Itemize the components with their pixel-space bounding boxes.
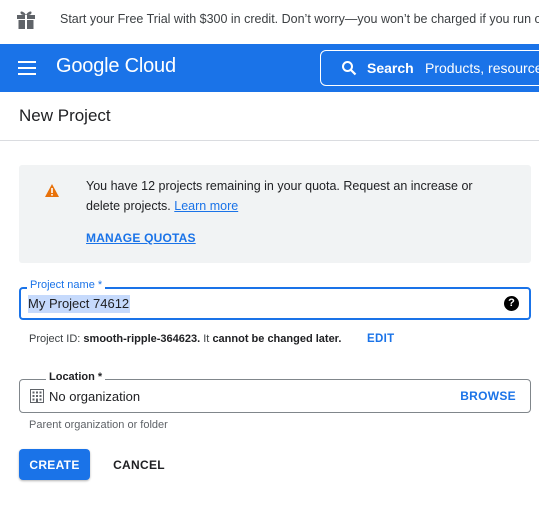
- search-bar[interactable]: Search Products, resources, docs: [320, 50, 539, 86]
- free-trial-text: Start your Free Trial with $300 in credi…: [60, 12, 539, 26]
- location-value: No organization: [49, 389, 141, 404]
- project-id-value: smooth-ripple-364623.: [83, 333, 201, 345]
- quota-notice: You have 12 projects remaining in your q…: [19, 165, 531, 263]
- project-id-prefix: Project ID:: [29, 333, 81, 345]
- search-label: Search: [367, 60, 414, 76]
- browse-button[interactable]: BROWSE: [460, 389, 516, 403]
- location-field[interactable]: Location * No organization BROWSE: [19, 371, 531, 413]
- quota-message: You have 12 projects remaining in your q…: [86, 176, 506, 216]
- project-name-input[interactable]: [27, 295, 497, 313]
- create-button[interactable]: CREATE: [19, 449, 90, 480]
- search-icon: [342, 61, 357, 76]
- project-id-middle: It: [203, 333, 210, 345]
- cancel-button[interactable]: CANCEL: [103, 449, 175, 480]
- help-icon[interactable]: ?: [504, 296, 519, 311]
- quota-message-text: You have 12 projects remaining in your q…: [86, 179, 473, 213]
- project-name-field[interactable]: Project name * My Project 74612 ?: [19, 279, 531, 320]
- location-helper-text: Parent organization or folder: [29, 419, 168, 431]
- top-app-bar: Google Cloud Search Products, resources,…: [0, 44, 539, 92]
- building-icon: [30, 389, 44, 403]
- gift-icon: [17, 11, 35, 29]
- edit-project-id-button[interactable]: EDIT: [367, 333, 394, 345]
- free-trial-banner: Start your Free Trial with $300 in credi…: [0, 0, 539, 44]
- project-id-warning: cannot be changed later.: [212, 333, 342, 345]
- google-cloud-logo[interactable]: Google Cloud: [56, 55, 176, 78]
- learn-more-link[interactable]: Learn more: [174, 199, 238, 213]
- project-id-info: Project ID: smooth-ripple-364623. It can…: [29, 333, 394, 345]
- page-title: New Project: [19, 106, 111, 125]
- page-header: New Project: [0, 92, 539, 141]
- main-menu-button[interactable]: [12, 56, 42, 80]
- project-name-label: Project name *: [27, 279, 106, 291]
- menu-icon: [18, 61, 36, 63]
- manage-quotas-link[interactable]: MANAGE QUOTAS: [86, 231, 196, 245]
- warning-icon: [45, 184, 59, 197]
- search-placeholder: Products, resources, docs: [425, 60, 539, 76]
- location-label: Location *: [46, 371, 106, 383]
